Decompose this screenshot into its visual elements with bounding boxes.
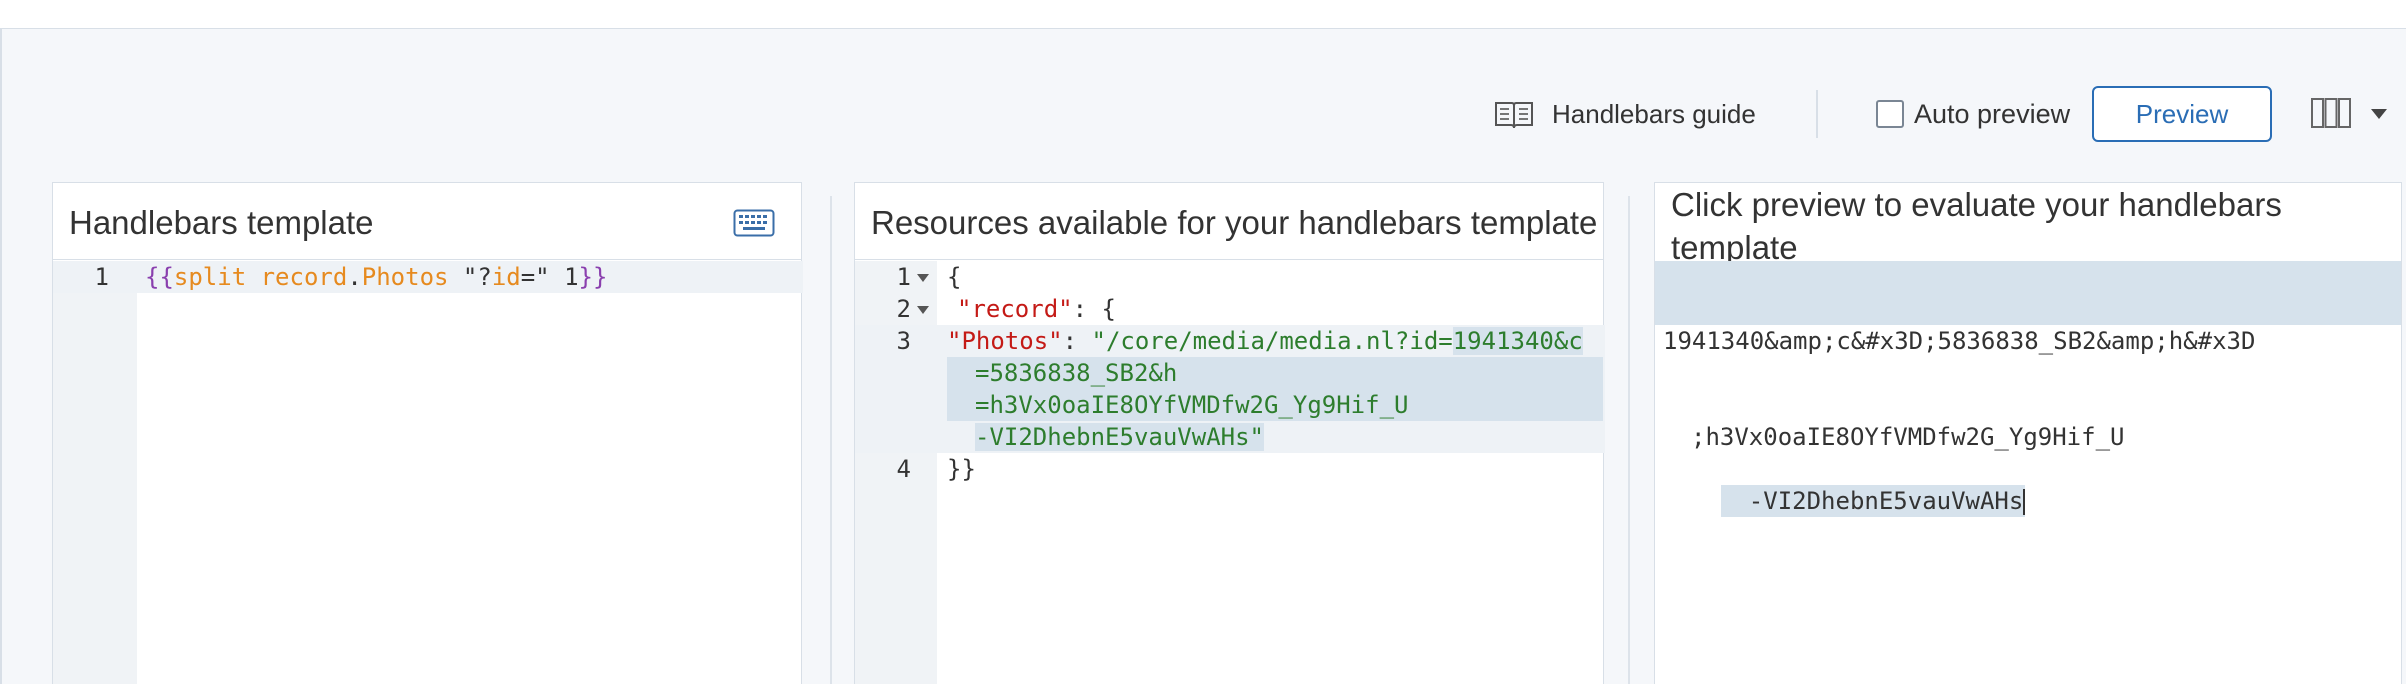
json-line[interactable]: { — [947, 261, 961, 293]
fold-arrow-icon[interactable] — [917, 274, 929, 282]
columns-layout-icon[interactable] — [2310, 96, 2352, 130]
toolbar-divider — [1816, 90, 1818, 138]
code-token: =" — [520, 263, 550, 291]
keyboard-icon[interactable] — [733, 209, 775, 237]
json-line[interactable]: "Photos": "/core/media/media.nl?id=19413… — [947, 325, 1583, 357]
code-token: record — [260, 263, 348, 291]
line-number: 3 — [896, 327, 911, 355]
code-token: =5836838_SB2&h — [975, 359, 1178, 387]
handlebars-guide-link[interactable]: Handlebars guide — [1552, 98, 1756, 130]
code-token: : — [1062, 327, 1092, 355]
panel-divider — [1628, 196, 1630, 684]
line-number: 1 — [94, 263, 109, 291]
code-token: "/core/media/media.nl?id= — [1091, 327, 1453, 355]
line-number: 2 — [896, 295, 911, 323]
toolbar: Handlebars guide Auto preview Preview — [0, 84, 2406, 144]
json-line-wrap[interactable]: =5836838_SB2&h — [947, 357, 1603, 389]
code-token: split — [173, 263, 247, 291]
code-token: -VI2DhebnE5vauVwAHs" — [975, 423, 1264, 451]
json-line[interactable]: }} — [947, 453, 976, 485]
panel-header-divider — [855, 259, 1603, 260]
code-token: }} — [947, 455, 976, 483]
auto-preview-label[interactable]: Auto preview — [1914, 98, 2070, 130]
output-line: ;h3Vx0oaIE8OYfVMDfw2G_Yg9Hif_U — [1691, 423, 2125, 451]
code-token: "Photos" — [947, 327, 1063, 355]
template-panel-title: Handlebars template — [69, 204, 374, 241]
text-cursor — [2023, 489, 2026, 515]
auto-preview-checkbox[interactable] — [1876, 100, 1904, 128]
preview-button[interactable]: Preview — [2092, 86, 2272, 142]
chevron-down-icon[interactable] — [2370, 108, 2388, 120]
code-token: . — [347, 263, 362, 291]
code-token: }} — [578, 263, 608, 291]
code-token: "record" — [957, 295, 1073, 323]
preview-panel: Click preview to evaluate your handlebar… — [1654, 182, 2402, 684]
resources-panel: Resources available for your handlebars … — [854, 182, 1605, 684]
json-line[interactable]: "record": { — [957, 293, 1116, 325]
preview-output[interactable]: 1941340&amp;c&#x3D;5836838_SB2&amp;h&#x3… — [1663, 261, 2255, 549]
template-panel: Handlebars template 1 {{split record.Pho… — [52, 182, 803, 684]
code-token: 1941340&c — [1452, 327, 1583, 355]
panel-divider — [830, 196, 832, 684]
preview-panel-title: Click preview to evaluate your handlebar… — [1671, 183, 2282, 269]
preview-title-line: Click preview to evaluate your handlebar… — [1671, 186, 2282, 223]
book-open-icon[interactable] — [1494, 100, 1534, 130]
code-token: Photos — [361, 263, 449, 291]
fold-arrow-icon[interactable] — [917, 306, 929, 314]
resources-panel-title: Resources available for your handlebars … — [871, 204, 1598, 241]
json-line-wrap[interactable]: -VI2DhebnE5vauVwAHs" — [947, 421, 1264, 453]
line-gutter — [53, 261, 137, 684]
panel-header-divider — [53, 259, 801, 260]
code-token: 1 — [549, 263, 579, 291]
line-number: 1 — [896, 263, 911, 291]
code-token: =h3Vx0oaIE8OYfVMDfw2G_Yg9Hif_U — [975, 391, 1409, 419]
output-line: -VI2DhebnE5vauVwAHs — [1720, 485, 2026, 517]
code-token: {{ — [145, 263, 174, 291]
line-number: 4 — [896, 455, 911, 483]
output-text: -VI2DhebnE5vauVwAHs — [1748, 487, 2024, 515]
code-token: "? — [448, 263, 492, 291]
template-code-line[interactable]: {{split record.Photos "?id=" 1}} — [145, 261, 607, 293]
code-token: id — [491, 263, 521, 291]
json-line-wrap[interactable]: =h3Vx0oaIE8OYfVMDfw2G_Yg9Hif_U — [947, 389, 1603, 421]
output-line: 1941340&amp;c&#x3D;5836838_SB2&amp;h&#x3… — [1663, 327, 2256, 355]
code-token: { — [947, 263, 962, 291]
code-token: : { — [1072, 295, 1116, 323]
